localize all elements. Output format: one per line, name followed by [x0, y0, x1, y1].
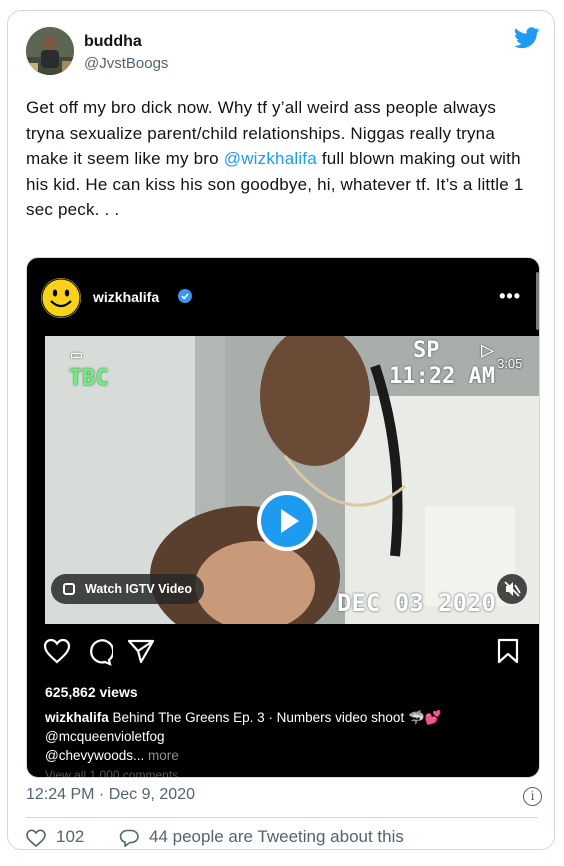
mute-button[interactable]: [497, 574, 527, 604]
info-icon[interactable]: i: [523, 787, 542, 806]
vcr-date-label: DEC 03 2020: [337, 589, 496, 617]
vcr-tape-icon: ▭: [71, 344, 82, 365]
author-avatar[interactable]: [26, 27, 74, 75]
watch-igtv-label: Watch IGTV Video: [85, 582, 192, 596]
verified-badge-icon: [178, 289, 192, 303]
comments-link[interactable]: View all 1,000 comments: [45, 768, 178, 777]
caption-more-link[interactable]: more: [148, 748, 179, 763]
play-button[interactable]: [257, 491, 317, 551]
caption-username[interactable]: wizkhalifa: [45, 710, 109, 725]
caption-text: Behind The Greens Ep. 3 · Numbers video …: [108, 710, 442, 725]
comment-icon[interactable]: [85, 638, 113, 666]
embed-header: wizkhalifa •••: [27, 258, 539, 336]
bookmark-icon[interactable]: [497, 638, 519, 664]
heart-icon[interactable]: [43, 638, 71, 664]
video-duration: 3:05: [497, 356, 523, 371]
scrollbar[interactable]: [536, 272, 539, 330]
like-heart-icon[interactable]: [26, 829, 46, 847]
vcr-time-label: 11:22 AM: [389, 364, 495, 389]
tweet-card: buddha @JvstBoogs Get off my bro dick no…: [7, 10, 555, 850]
like-count[interactable]: 102: [56, 827, 84, 847]
divider: [26, 817, 538, 818]
instagram-embed[interactable]: wizkhalifa ••• ▭ TBC SP ▷ 11:22 AM DEC 0…: [26, 257, 540, 778]
embed-caption: wizkhalifa Behind The Greens Ep. 3 · Num…: [45, 708, 525, 765]
reply-bubble-icon[interactable]: [119, 829, 139, 847]
smiley-avatar-icon[interactable]: [41, 278, 81, 318]
play-icon: [281, 509, 299, 533]
vcr-sp-label: SP: [413, 338, 440, 363]
twitter-logo-icon[interactable]: [514, 27, 540, 49]
speaker-muted-icon: [504, 581, 521, 597]
vcr-tbc-label: TBC: [69, 366, 109, 391]
vcr-play-icon: ▷: [481, 338, 495, 363]
author-name[interactable]: buddha: [84, 33, 142, 51]
view-count: 625,862 views: [45, 684, 138, 700]
igtv-icon: [63, 583, 75, 595]
embed-actions: [27, 634, 539, 670]
caption-mention[interactable]: @chevywoods...: [45, 748, 144, 763]
mention-link[interactable]: @wizkhalifa: [224, 149, 317, 168]
author-handle[interactable]: @JvstBoogs: [84, 55, 168, 72]
caption-mention[interactable]: @mcqueenvioletfog: [45, 727, 525, 746]
conversation-link[interactable]: 44 people are Tweeting about this: [149, 827, 404, 847]
embed-username[interactable]: wizkhalifa: [93, 289, 159, 305]
watch-igtv-button[interactable]: Watch IGTV Video: [51, 574, 204, 604]
tweet-timestamp[interactable]: 12:24 PM · Dec 9, 2020: [26, 786, 195, 804]
tweet-text: Get off my bro dick now. Why tf y’all we…: [26, 95, 538, 223]
share-icon[interactable]: [127, 638, 155, 664]
more-dots-icon[interactable]: •••: [499, 286, 521, 307]
